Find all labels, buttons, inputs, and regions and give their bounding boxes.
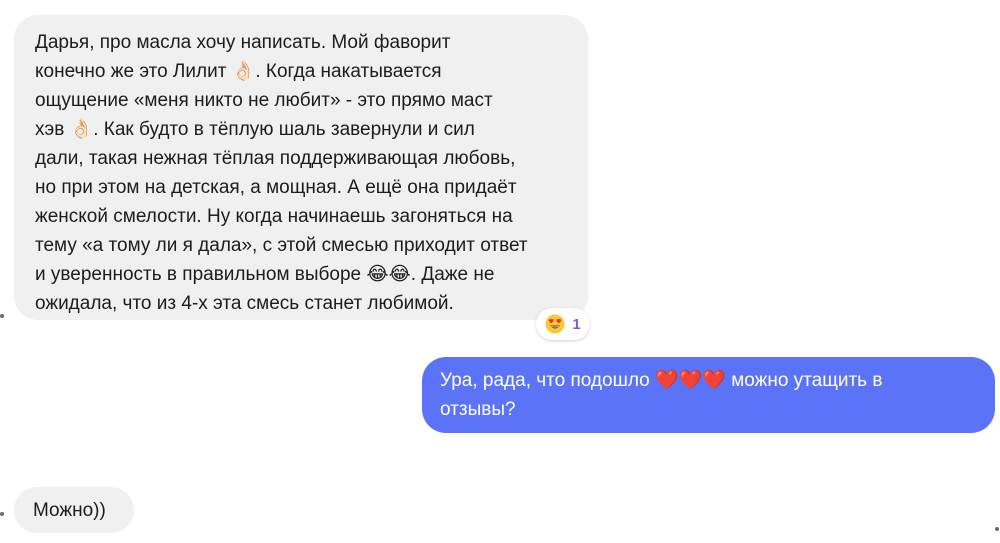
sender-avatar-edge bbox=[0, 512, 4, 516]
reaction-count: 1 bbox=[572, 315, 581, 333]
outgoing-message-bubble[interactable]: Ура, рада, что подошло ❤️❤️❤️ можно утащ… bbox=[422, 357, 995, 433]
scroll-edge-marker bbox=[995, 527, 999, 531]
heart-eyes-emoji-icon bbox=[545, 314, 565, 334]
incoming-message-bubble[interactable]: Дарья, про масла хочу написать. Мой фаво… bbox=[14, 15, 588, 320]
message-reaction[interactable]: 1 bbox=[536, 308, 590, 340]
sender-avatar-edge bbox=[0, 314, 4, 318]
incoming-message-bubble[interactable]: Можно)) bbox=[14, 487, 134, 533]
